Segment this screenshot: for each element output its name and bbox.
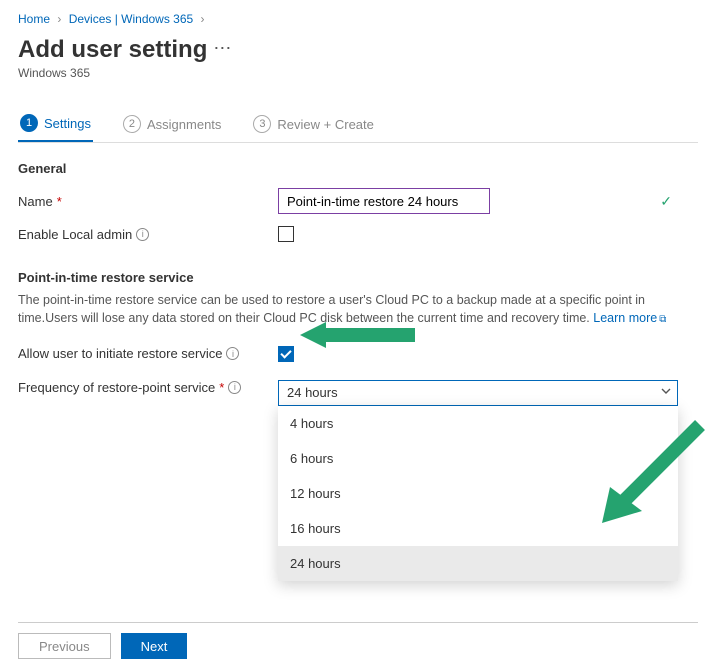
learn-more-link[interactable]: Learn more⧉ xyxy=(593,311,666,325)
wizard-footer: Previous Next xyxy=(18,622,698,659)
tab-review[interactable]: 3 Review + Create xyxy=(251,104,375,142)
tab-label: Review + Create xyxy=(277,117,373,132)
chevron-right-icon: › xyxy=(57,12,61,26)
previous-button[interactable]: Previous xyxy=(18,633,111,659)
frequency-selected-value: 24 hours xyxy=(287,385,338,400)
local-admin-checkbox[interactable] xyxy=(278,226,294,242)
frequency-option[interactable]: 4 hours xyxy=(278,406,678,441)
frequency-select[interactable]: 24 hours xyxy=(278,380,678,406)
step-2-icon: 2 xyxy=(123,115,141,133)
frequency-option[interactable]: 24 hours xyxy=(278,546,678,581)
breadcrumb-devices[interactable]: Devices | Windows 365 xyxy=(69,12,194,26)
check-icon: ✓ xyxy=(660,193,672,210)
info-icon[interactable]: i xyxy=(228,381,241,394)
name-label: Name* xyxy=(18,194,278,209)
name-input[interactable] xyxy=(278,188,490,214)
frequency-dropdown: 4 hours 6 hours 12 hours 16 hours 24 hou… xyxy=(278,406,678,581)
frequency-option[interactable]: 12 hours xyxy=(278,476,678,511)
page-title: Add user setting xyxy=(18,36,207,64)
frequency-label: Frequency of restore-point service* i xyxy=(18,380,278,395)
page-subtitle: Windows 365 xyxy=(18,66,698,80)
tab-settings[interactable]: 1 Settings xyxy=(18,104,93,142)
wizard-tabs: 1 Settings 2 Assignments 3 Review + Crea… xyxy=(18,104,698,143)
more-icon[interactable]: ⋯ xyxy=(213,38,231,59)
step-1-icon: 1 xyxy=(20,114,38,132)
frequency-option[interactable]: 16 hours xyxy=(278,511,678,546)
section-general: General xyxy=(18,161,698,176)
tab-assignments[interactable]: 2 Assignments xyxy=(121,104,223,142)
local-admin-label: Enable Local admin i xyxy=(18,227,278,242)
tab-label: Assignments xyxy=(147,117,221,132)
chevron-right-icon: › xyxy=(201,12,205,26)
restore-description: The point-in-time restore service can be… xyxy=(18,291,678,328)
chevron-down-icon xyxy=(660,385,672,400)
step-3-icon: 3 xyxy=(253,115,271,133)
breadcrumb: Home › Devices | Windows 365 › xyxy=(18,12,698,26)
external-link-icon: ⧉ xyxy=(659,314,666,325)
allow-restore-label: Allow user to initiate restore service i xyxy=(18,346,278,361)
tab-label: Settings xyxy=(44,116,91,131)
info-icon[interactable]: i xyxy=(136,228,149,241)
next-button[interactable]: Next xyxy=(121,633,188,659)
breadcrumb-home[interactable]: Home xyxy=(18,12,50,26)
frequency-option[interactable]: 6 hours xyxy=(278,441,678,476)
allow-restore-checkbox[interactable] xyxy=(278,346,294,362)
info-icon[interactable]: i xyxy=(226,347,239,360)
section-restore: Point-in-time restore service xyxy=(18,270,698,285)
